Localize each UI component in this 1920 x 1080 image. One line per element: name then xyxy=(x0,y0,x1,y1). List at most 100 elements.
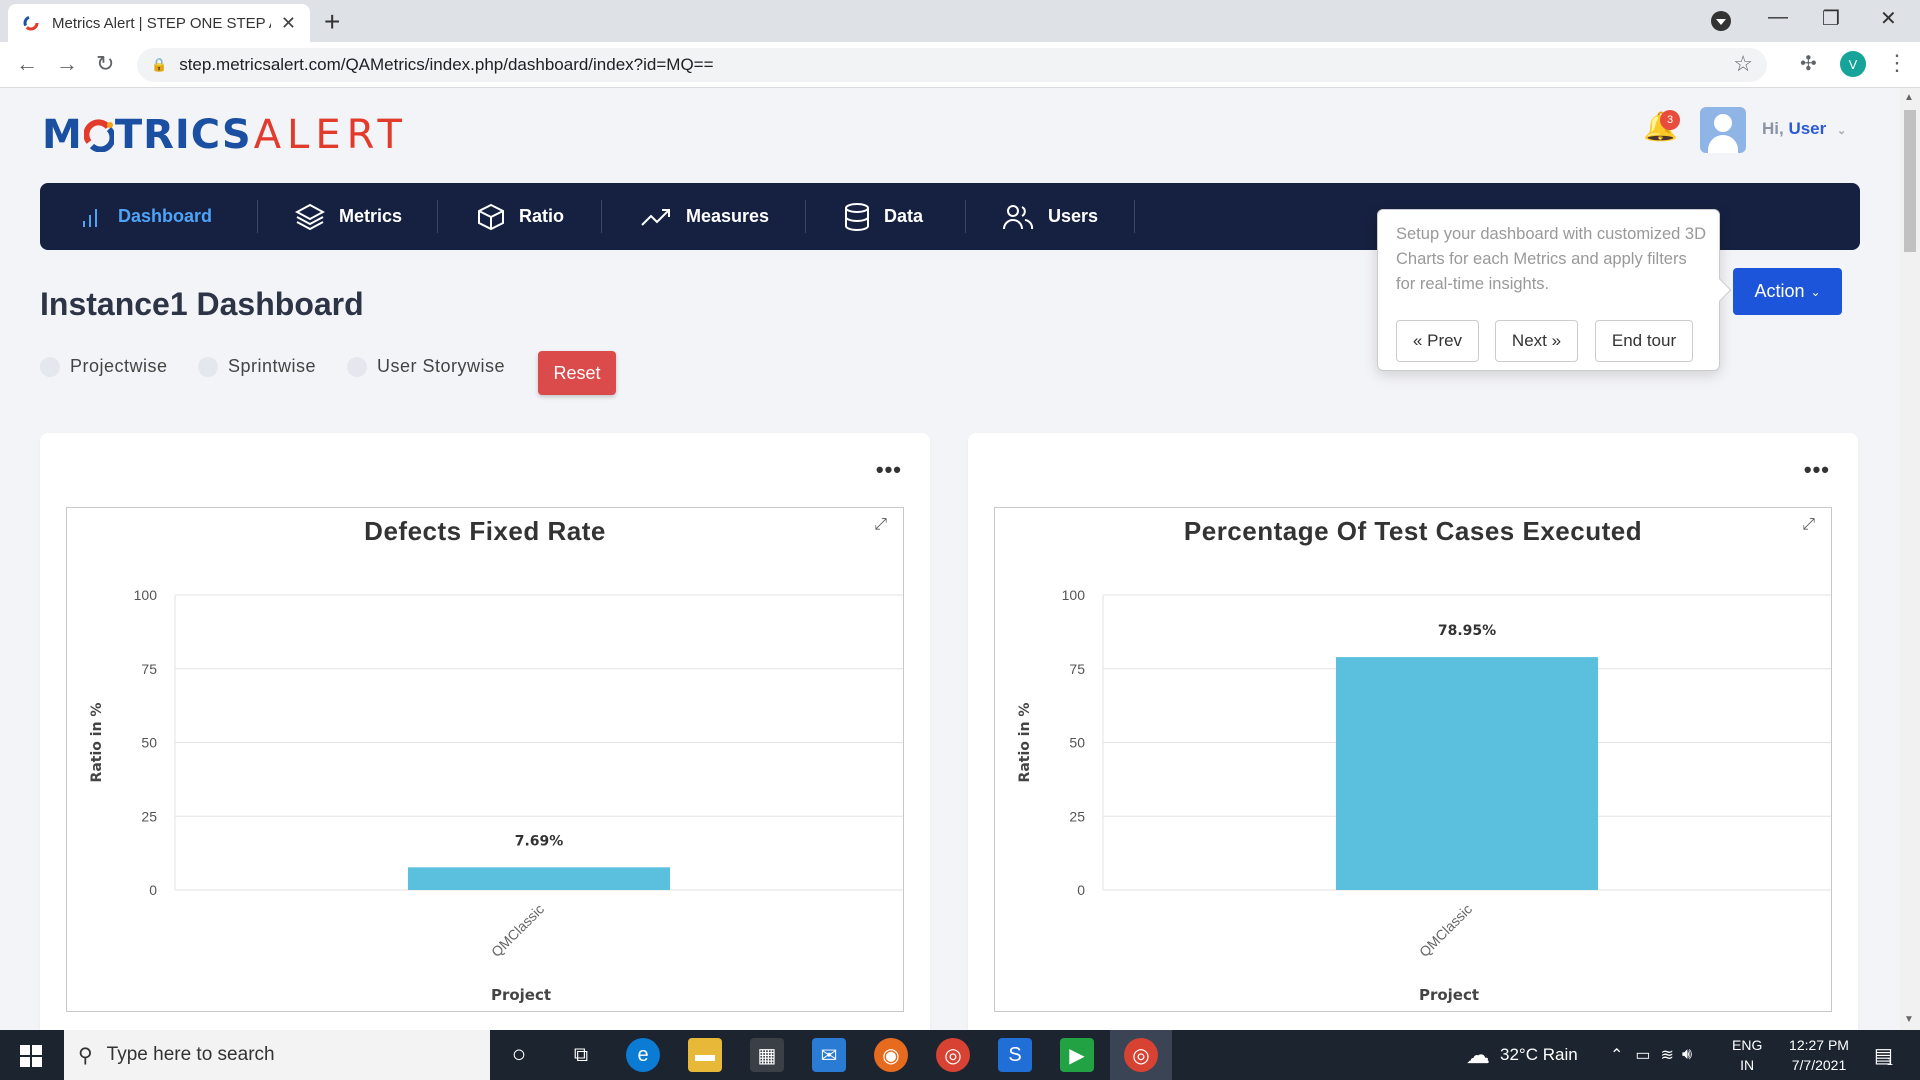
chevron-down-icon: ⌄ xyxy=(1810,284,1821,299)
file-explorer-icon[interactable]: ▬ xyxy=(688,1038,722,1072)
user-avatar[interactable] xyxy=(1700,107,1746,153)
chrome-active-icon[interactable]: ◎ xyxy=(1124,1038,1158,1072)
nav-item-metrics[interactable]: Metrics xyxy=(295,183,402,250)
cortana-icon[interactable]: ○ xyxy=(502,1038,536,1072)
restore-icon[interactable]: ❐ xyxy=(1822,6,1840,31)
back-icon[interactable]: ← xyxy=(16,51,38,77)
bookmark-star-icon[interactable]: ☆ xyxy=(1733,51,1753,77)
clock-time: 12:27 PM xyxy=(1789,1037,1849,1053)
url-text[interactable]: step.metricsalert.com/QAMetrics/index.ph… xyxy=(179,55,713,75)
nav-divider xyxy=(965,200,966,233)
action-label: Action xyxy=(1754,281,1805,301)
chrome-icon[interactable]: ◎ xyxy=(936,1038,970,1072)
browser-tab[interactable]: Metrics Alert | STEP ONE STEP AHEAD ✕ xyxy=(8,4,310,42)
trend-icon xyxy=(641,208,670,226)
nav-item-dashboard[interactable]: Dashboard xyxy=(80,183,212,250)
radio-button[interactable] xyxy=(198,356,218,377)
nav-divider xyxy=(437,200,438,233)
browser-menu-icon[interactable]: ⋮ xyxy=(1886,50,1908,76)
nav-label: Data xyxy=(884,206,924,226)
bar xyxy=(407,867,671,890)
store-icon[interactable]: ▦ xyxy=(750,1038,784,1072)
close-tab-icon[interactable]: ✕ xyxy=(281,13,296,34)
firefox-icon[interactable]: ◉ xyxy=(874,1038,908,1072)
nav-divider xyxy=(601,200,602,233)
new-tab-icon[interactable]: + xyxy=(324,6,340,38)
nav-item-ratio[interactable]: Ratio xyxy=(477,183,564,250)
volume-icon[interactable]: 🔊︎ xyxy=(1682,1046,1692,1064)
bar-chart: 0 25 50 75 100 Ratio in % 78.95% QMClassic Proje… xyxy=(1017,587,1831,1004)
chart-container: Defects Fixed Rate ⤢ 0 25 50 75 100 Ratio in … xyxy=(66,507,904,1012)
edge-icon[interactable]: e xyxy=(626,1038,660,1072)
extensions-icon[interactable]: ✣ xyxy=(1800,51,1817,76)
y-tick-label: 50 xyxy=(141,735,157,751)
reset-button[interactable]: Reset xyxy=(538,351,616,395)
more-options-icon[interactable]: ••• xyxy=(1804,457,1830,483)
x-tick-label: QMClassic xyxy=(488,901,547,960)
nav-item-measures[interactable]: Measures xyxy=(640,183,769,250)
tab-search-icon[interactable] xyxy=(1711,11,1731,31)
nav-label: Dashboard xyxy=(118,206,213,226)
x-axis-label: Project xyxy=(491,986,551,1004)
media-player-icon[interactable]: ▶ xyxy=(1060,1038,1094,1072)
task-view-icon[interactable]: ⧉ xyxy=(564,1038,598,1072)
profile-avatar[interactable]: V xyxy=(1840,51,1866,77)
nav-label: Measures xyxy=(686,206,770,226)
nav-label: Ratio xyxy=(519,206,564,226)
y-tick-label: 0 xyxy=(1077,882,1085,898)
minimize-icon[interactable]: — xyxy=(1768,6,1788,29)
reload-icon[interactable]: ↻ xyxy=(96,51,114,77)
windows-start-icon[interactable] xyxy=(20,1045,42,1067)
chart-card-test-cases-executed: ••• Percentage Of Test Cases Executed ⤢ … xyxy=(968,433,1858,1030)
page-scrollbar[interactable]: ▲ ▼ xyxy=(1900,88,1920,1030)
notification-badge: 3 xyxy=(1660,110,1680,130)
wifi-icon[interactable]: ≋ xyxy=(1661,1045,1674,1065)
mail-icon[interactable]: ✉ xyxy=(812,1038,846,1072)
tour-next-button[interactable]: Next » xyxy=(1495,320,1578,362)
battery-icon[interactable]: ▭ xyxy=(1635,1045,1650,1065)
nav-item-users[interactable]: Users xyxy=(1002,183,1098,250)
user-name: User xyxy=(1788,119,1827,138)
scroll-up-icon[interactable]: ▲ xyxy=(1904,92,1914,103)
action-center[interactable]: ▤ 1 xyxy=(1874,1030,1893,1080)
y-tick-label: 50 xyxy=(1069,735,1085,751)
scroll-thumb[interactable] xyxy=(1904,110,1916,252)
skype-icon[interactable]: S xyxy=(998,1038,1032,1072)
forward-icon[interactable]: → xyxy=(56,51,78,77)
radio-button[interactable] xyxy=(347,356,367,377)
database-icon xyxy=(845,202,869,231)
scroll-down-icon[interactable]: ▼ xyxy=(1904,1014,1914,1025)
y-axis-label: Ratio in % xyxy=(1017,703,1033,783)
tour-end-button[interactable]: End tour xyxy=(1595,320,1693,362)
weather-widget[interactable]: ☁ 32°C Rain xyxy=(1466,1030,1578,1080)
user-menu[interactable]: Hi, User ⌄ xyxy=(1762,119,1846,139)
lang-code: ENG xyxy=(1732,1037,1763,1053)
more-options-icon[interactable]: ••• xyxy=(876,457,902,483)
window-close-icon[interactable]: ✕ xyxy=(1880,6,1897,31)
page-title: Instance1 Dashboard xyxy=(40,286,364,322)
filter-sprintwise[interactable]: Sprintwise xyxy=(198,356,316,377)
clock-date: 7/7/2021 xyxy=(1791,1057,1847,1073)
language-indicator[interactable]: ENG IN xyxy=(1732,1030,1762,1080)
search-icon: ⚲ xyxy=(78,1044,93,1067)
nav-divider xyxy=(1134,200,1135,233)
filter-user-storywise[interactable]: User Storywise xyxy=(347,356,505,377)
nav-label: Metrics xyxy=(339,206,403,226)
nav-item-data[interactable]: Data xyxy=(844,183,923,250)
chevron-up-icon[interactable]: ⌃ xyxy=(1610,1045,1623,1065)
tour-text: Setup your dashboard with customized 3D … xyxy=(1396,225,1707,293)
clock[interactable]: 12:27 PM 7/7/2021 xyxy=(1780,1030,1858,1080)
browser-tab-bar: Metrics Alert | STEP ONE STEP AHEAD ✕ + … xyxy=(0,0,1920,42)
omnibox[interactable]: 🔒 step.metricsalert.com/QAMetrics/index.… xyxy=(137,48,1767,82)
tour-prev-button[interactable]: « Prev xyxy=(1396,320,1479,362)
layers-icon xyxy=(295,203,325,230)
y-tick-label: 100 xyxy=(134,587,158,603)
taskbar-search[interactable]: ⚲ Type here to search xyxy=(64,1030,490,1080)
action-button[interactable]: Action ⌄ xyxy=(1733,268,1842,315)
filter-label: Projectwise xyxy=(70,356,168,376)
metricsalert-logo[interactable]: M TRICS ALERT xyxy=(42,110,408,160)
filter-projectwise[interactable]: Projectwise xyxy=(40,356,168,377)
lock-icon[interactable]: 🔒 xyxy=(151,57,167,73)
tour-popover: Setup your dashboard with customized 3D … xyxy=(1377,209,1732,371)
radio-button[interactable] xyxy=(40,356,60,377)
